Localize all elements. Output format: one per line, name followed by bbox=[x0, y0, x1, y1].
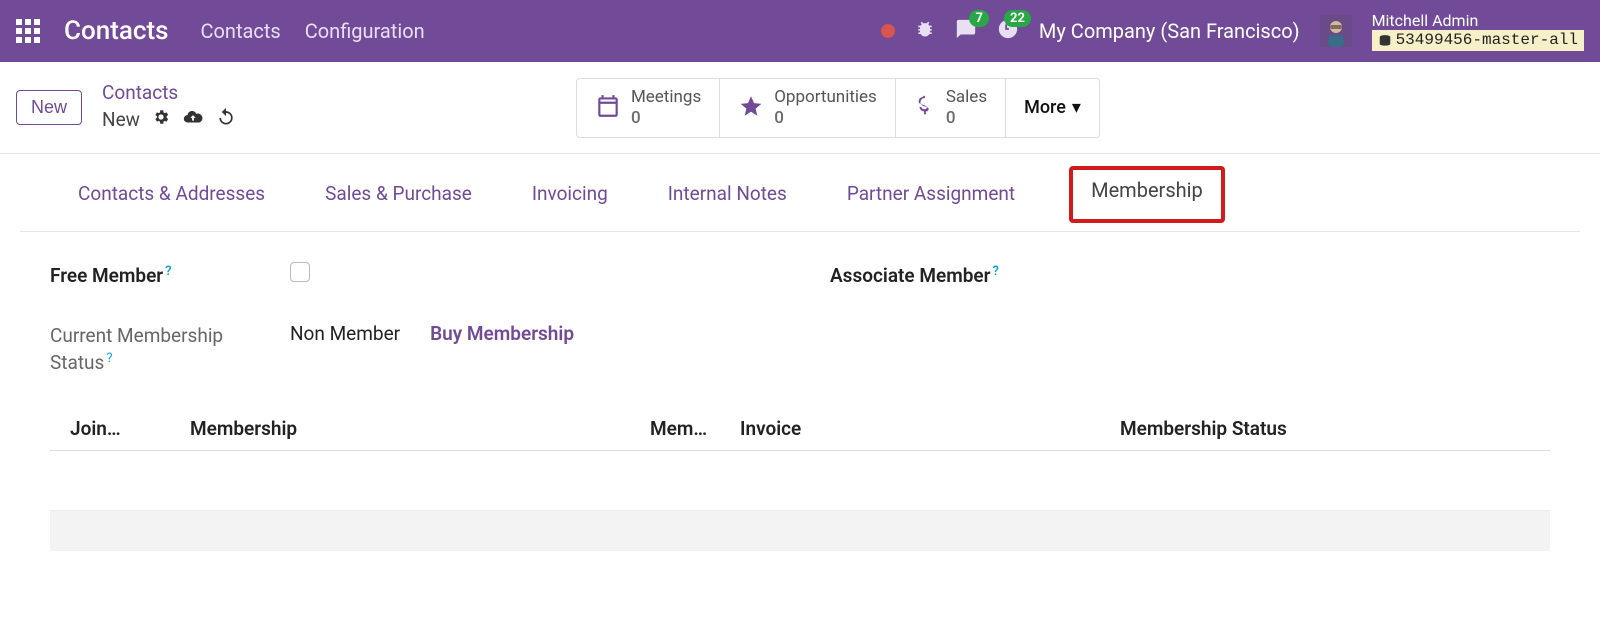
user-block[interactable]: Mitchell Admin 53499456-master-all bbox=[1372, 11, 1584, 51]
activity-badge: 22 bbox=[1004, 10, 1031, 27]
tab-internal-notes[interactable]: Internal Notes bbox=[662, 178, 793, 217]
activity-clock-icon[interactable]: 22 bbox=[997, 18, 1019, 44]
gear-icon[interactable] bbox=[152, 108, 170, 133]
app-title[interactable]: Contacts bbox=[64, 16, 168, 46]
associate-member-label: Associate Member? bbox=[830, 262, 1050, 290]
breadcrumb: Contacts New bbox=[102, 81, 236, 134]
col-membership-status[interactable]: Membership Status bbox=[1120, 417, 1530, 440]
membership-status-label: Current Membership Status? bbox=[50, 322, 270, 377]
table-header-row: Join… Membership Mem… Invoice Membership… bbox=[50, 407, 1550, 451]
stat-label: Sales bbox=[946, 87, 987, 107]
membership-form: Free Member? Associate Member? Current M… bbox=[20, 232, 1580, 387]
database-tag: 53499456-master-all bbox=[1372, 30, 1584, 51]
stat-buttons: Meetings 0 Opportunities 0 Sales 0 More … bbox=[576, 78, 1100, 138]
caret-down-icon: ▾ bbox=[1072, 97, 1081, 118]
breadcrumb-root[interactable]: Contacts bbox=[102, 81, 236, 106]
tab-partner-assignment[interactable]: Partner Assignment bbox=[841, 178, 1021, 217]
action-bar: New Contacts New Meetings 0 Opportunitie… bbox=[0, 62, 1600, 154]
bug-icon[interactable] bbox=[915, 19, 935, 43]
tab-contacts-addresses[interactable]: Contacts & Addresses bbox=[72, 178, 271, 217]
tab-invoicing[interactable]: Invoicing bbox=[526, 178, 614, 217]
help-icon[interactable]: ? bbox=[106, 351, 112, 366]
col-join[interactable]: Join… bbox=[70, 417, 190, 440]
breadcrumb-current: New bbox=[102, 108, 140, 133]
stat-label: Meetings bbox=[631, 87, 701, 107]
table-row-empty bbox=[50, 451, 1550, 511]
top-navbar: Contacts Contacts Configuration 7 22 My … bbox=[0, 0, 1600, 62]
company-selector[interactable]: My Company (San Francisco) bbox=[1039, 19, 1300, 43]
nav-menu-configuration[interactable]: Configuration bbox=[305, 19, 425, 43]
col-invoice[interactable]: Invoice bbox=[740, 417, 1120, 440]
free-member-checkbox[interactable] bbox=[290, 262, 310, 282]
free-member-label: Free Member? bbox=[50, 262, 270, 290]
buy-membership-button[interactable]: Buy Membership bbox=[430, 322, 574, 345]
star-icon bbox=[738, 93, 764, 123]
tab-sales-purchase[interactable]: Sales & Purchase bbox=[319, 178, 478, 217]
more-button[interactable]: More ▾ bbox=[1006, 78, 1100, 138]
apps-icon[interactable] bbox=[16, 19, 40, 43]
username: Mitchell Admin bbox=[1372, 11, 1584, 30]
membership-status-value: Non Member bbox=[290, 322, 400, 345]
field-free-member: Free Member? bbox=[50, 262, 770, 290]
chat-icon[interactable]: 7 bbox=[955, 18, 977, 44]
col-membership[interactable]: Membership bbox=[190, 417, 650, 440]
calendar-icon bbox=[595, 93, 621, 123]
field-associate-member: Associate Member? bbox=[830, 262, 1550, 290]
stat-value: 0 bbox=[946, 108, 987, 128]
content-scroll[interactable]: Contacts & Addresses Sales & Purchase In… bbox=[0, 154, 1600, 637]
stat-value: 0 bbox=[774, 108, 877, 128]
record-indicator-icon[interactable] bbox=[881, 24, 895, 38]
stat-value: 0 bbox=[631, 108, 701, 128]
col-mem[interactable]: Mem… bbox=[650, 417, 740, 440]
dollar-icon bbox=[914, 93, 936, 123]
table-footer-shaded bbox=[50, 511, 1550, 551]
more-label: More bbox=[1024, 97, 1066, 118]
help-icon[interactable]: ? bbox=[992, 264, 998, 279]
cloud-upload-icon[interactable] bbox=[182, 106, 204, 135]
chat-badge: 7 bbox=[969, 10, 988, 27]
database-icon bbox=[1378, 34, 1392, 48]
avatar[interactable] bbox=[1320, 15, 1352, 47]
help-icon[interactable]: ? bbox=[165, 264, 171, 279]
stat-opportunities[interactable]: Opportunities 0 bbox=[720, 78, 896, 138]
new-button[interactable]: New bbox=[16, 90, 82, 125]
tab-membership[interactable]: Membership bbox=[1069, 166, 1225, 223]
stat-label: Opportunities bbox=[774, 87, 877, 107]
membership-table: Join… Membership Mem… Invoice Membership… bbox=[50, 407, 1550, 551]
db-name: 53499456-master-all bbox=[1396, 31, 1578, 50]
stat-sales[interactable]: Sales 0 bbox=[896, 78, 1006, 138]
field-membership-status: Current Membership Status? Non Member Bu… bbox=[50, 322, 1550, 377]
nav-menu-contacts[interactable]: Contacts bbox=[200, 19, 280, 43]
undo-icon[interactable] bbox=[216, 107, 236, 134]
stat-meetings[interactable]: Meetings 0 bbox=[576, 78, 720, 138]
tab-row: Contacts & Addresses Sales & Purchase In… bbox=[20, 154, 1580, 232]
